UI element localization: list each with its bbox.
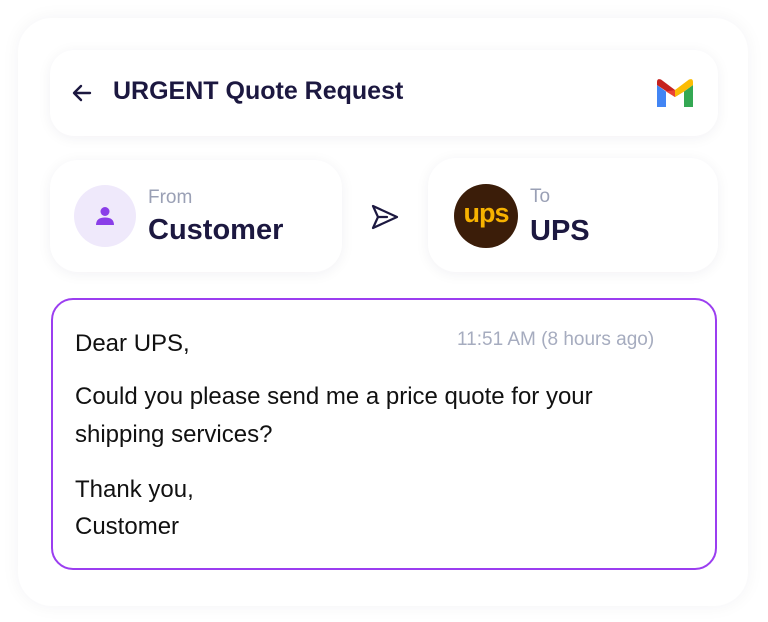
message-line-1: Could you please send me a price quote f… xyxy=(75,383,593,410)
sender-card: From Customer xyxy=(50,160,342,272)
greeting-text: Dear UPS, xyxy=(75,330,190,357)
ups-logo-text: ups xyxy=(463,198,509,228)
time-text: 11:51 AM xyxy=(457,329,536,350)
email-subject: URGENT Quote Request xyxy=(113,77,404,105)
recipient-card: ups To UPS xyxy=(428,158,718,272)
to-label: To xyxy=(530,186,551,207)
relative-time-text: (8 hours ago) xyxy=(541,329,655,350)
ups-logo: ups xyxy=(454,184,518,248)
arrow-left-icon[interactable] xyxy=(70,81,94,105)
gmail-icon xyxy=(657,79,693,107)
message-line-2: shipping services? xyxy=(75,421,273,448)
person-icon xyxy=(96,207,114,225)
send-icon xyxy=(371,204,399,230)
email-header: URGENT Quote Request xyxy=(50,50,718,136)
from-label: From xyxy=(148,187,193,208)
signature-text: Customer xyxy=(75,513,180,540)
sender-name: Customer xyxy=(148,214,284,246)
closing-text: Thank you, xyxy=(75,476,194,503)
avatar xyxy=(74,185,136,247)
message-body: Dear UPS, 11:51 AM (8 hours ago) Could y… xyxy=(51,298,717,570)
timestamp: 11:51 AM (8 hours ago) xyxy=(457,329,654,351)
recipient-name: UPS xyxy=(530,215,590,247)
